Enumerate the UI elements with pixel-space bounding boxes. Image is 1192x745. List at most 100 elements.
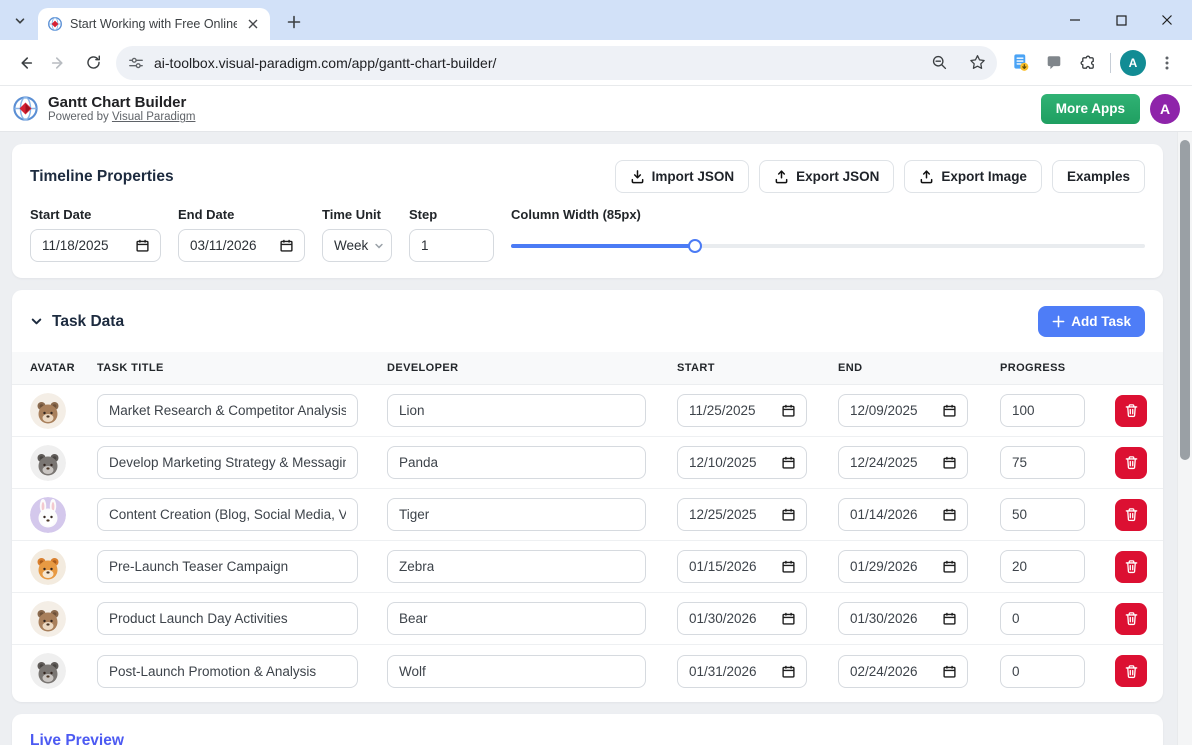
- column-width-thumb[interactable]: [688, 239, 702, 253]
- reload-button[interactable]: [76, 46, 110, 80]
- examples-button[interactable]: Examples: [1052, 160, 1145, 193]
- tab-title: Start Working with Free Online: [70, 17, 237, 31]
- task-title-input[interactable]: Post-Launch Promotion & Analysis: [97, 655, 358, 688]
- task-start-date-input[interactable]: 11/25/2025: [677, 394, 807, 427]
- browser-tab[interactable]: Start Working with Free Online: [38, 8, 270, 40]
- site-settings-icon[interactable]: [128, 55, 144, 71]
- task-end-date-input[interactable]: 01/30/2026: [838, 602, 968, 635]
- task-end-date-input[interactable]: 12/24/2025: [838, 446, 968, 479]
- task-start-date-input[interactable]: 01/15/2026: [677, 550, 807, 583]
- cat-avatar-icon[interactable]: [30, 549, 66, 585]
- import-json-button[interactable]: Import JSON: [615, 160, 750, 193]
- collapse-chevron-icon[interactable]: [30, 315, 43, 328]
- close-window-button[interactable]: [1144, 0, 1190, 40]
- time-unit-select[interactable]: Week: [322, 229, 392, 262]
- chevron-down-icon: [374, 241, 384, 251]
- browser-menu-icon[interactable]: [1150, 46, 1184, 80]
- progress-input[interactable]: 20: [1000, 550, 1085, 583]
- toolbar-separator: [1110, 53, 1111, 73]
- forward-button[interactable]: [42, 46, 76, 80]
- progress-input[interactable]: 100: [1000, 394, 1085, 427]
- progress-input[interactable]: 50: [1000, 498, 1085, 531]
- task-start-date-input[interactable]: 01/31/2026: [677, 655, 807, 688]
- developer-input[interactable]: Bear: [387, 602, 646, 635]
- bookmark-star-icon[interactable]: [963, 49, 991, 77]
- zoom-out-icon[interactable]: [925, 49, 953, 77]
- calendar-icon[interactable]: [782, 612, 795, 625]
- calendar-icon[interactable]: [782, 456, 795, 469]
- export-json-button[interactable]: Export JSON: [759, 160, 894, 193]
- download-icon: [630, 169, 645, 184]
- visual-paradigm-link[interactable]: Visual Paradigm: [112, 111, 196, 123]
- back-button[interactable]: [8, 46, 42, 80]
- calendar-icon[interactable]: [943, 560, 956, 573]
- task-title-input[interactable]: Market Research & Competitor Analysis: [97, 394, 358, 427]
- task-row: Content Creation (Blog, Social Media, Vi…: [12, 489, 1163, 541]
- delete-task-button[interactable]: [1115, 395, 1147, 427]
- browser-profile-avatar[interactable]: A: [1120, 50, 1146, 76]
- wolf-avatar-icon[interactable]: [30, 653, 66, 689]
- task-end-date-input[interactable]: 01/29/2026: [838, 550, 968, 583]
- trash-icon: [1124, 507, 1139, 522]
- calendar-icon[interactable]: [782, 508, 795, 521]
- calendar-icon[interactable]: [782, 404, 795, 417]
- progress-input[interactable]: 0: [1000, 655, 1085, 688]
- task-row: Product Launch Day Activities Bear 01/30…: [12, 593, 1163, 645]
- wolf-avatar-icon[interactable]: [30, 445, 66, 481]
- comment-extension-icon[interactable]: [1037, 46, 1071, 80]
- calendar-icon[interactable]: [280, 239, 293, 252]
- task-end-date-input[interactable]: 01/14/2026: [838, 498, 968, 531]
- developer-input[interactable]: Wolf: [387, 655, 646, 688]
- minimize-button[interactable]: [1052, 0, 1098, 40]
- developer-input[interactable]: Lion: [387, 394, 646, 427]
- delete-task-button[interactable]: [1115, 603, 1147, 635]
- export-image-button[interactable]: Export Image: [904, 160, 1042, 193]
- maximize-button[interactable]: [1098, 0, 1144, 40]
- scrollbar-thumb[interactable]: [1180, 140, 1190, 460]
- calendar-icon[interactable]: [943, 612, 956, 625]
- task-start-date-input[interactable]: 12/25/2025: [677, 498, 807, 531]
- bear-avatar-icon[interactable]: [30, 601, 66, 637]
- task-end-date-input[interactable]: 12/09/2025: [838, 394, 968, 427]
- calendar-icon[interactable]: [943, 508, 956, 521]
- task-title-input[interactable]: Content Creation (Blog, Social Media, Vi…: [97, 498, 358, 531]
- url-bar[interactable]: ai-toolbox.visual-paradigm.com/app/gantt…: [116, 46, 997, 80]
- bear-avatar-icon[interactable]: [30, 393, 66, 429]
- delete-task-button[interactable]: [1115, 551, 1147, 583]
- tab-search-button[interactable]: [8, 9, 32, 33]
- task-title-input[interactable]: Pre-Launch Teaser Campaign: [97, 550, 358, 583]
- delete-task-button[interactable]: [1115, 499, 1147, 531]
- task-start-date-input[interactable]: 01/30/2026: [677, 602, 807, 635]
- calendar-icon[interactable]: [943, 665, 956, 678]
- column-width-slider[interactable]: [511, 244, 1145, 248]
- task-start-date-input[interactable]: 12/10/2025: [677, 446, 807, 479]
- calendar-icon[interactable]: [136, 239, 149, 252]
- calendar-icon[interactable]: [782, 560, 795, 573]
- step-input[interactable]: 1: [409, 229, 494, 262]
- rabbit-avatar-icon[interactable]: [30, 497, 66, 533]
- page-scrollbar[interactable]: [1177, 132, 1192, 745]
- developer-input[interactable]: Panda: [387, 446, 646, 479]
- task-title-input[interactable]: Develop Marketing Strategy & Messaging: [97, 446, 358, 479]
- developer-input[interactable]: Tiger: [387, 498, 646, 531]
- progress-input[interactable]: 75: [1000, 446, 1085, 479]
- task-end-date-input[interactable]: 02/24/2026: [838, 655, 968, 688]
- new-tab-button[interactable]: [282, 10, 306, 34]
- calendar-icon[interactable]: [782, 665, 795, 678]
- start-date-input[interactable]: 11/18/2025: [30, 229, 161, 262]
- trash-icon: [1124, 403, 1139, 418]
- extensions-puzzle-icon[interactable]: [1071, 46, 1105, 80]
- delete-task-button[interactable]: [1115, 447, 1147, 479]
- developer-input[interactable]: Zebra: [387, 550, 646, 583]
- more-apps-button[interactable]: More Apps: [1041, 94, 1140, 124]
- task-title-input[interactable]: Product Launch Day Activities: [97, 602, 358, 635]
- calendar-icon[interactable]: [943, 404, 956, 417]
- tab-close-icon[interactable]: [244, 16, 261, 33]
- progress-input[interactable]: 0: [1000, 602, 1085, 635]
- user-avatar[interactable]: A: [1150, 94, 1180, 124]
- end-date-input[interactable]: 03/11/2026: [178, 229, 305, 262]
- delete-task-button[interactable]: [1115, 655, 1147, 687]
- calendar-icon[interactable]: [943, 456, 956, 469]
- add-task-button[interactable]: Add Task: [1038, 306, 1145, 337]
- docs-extension-icon[interactable]: [1003, 46, 1037, 80]
